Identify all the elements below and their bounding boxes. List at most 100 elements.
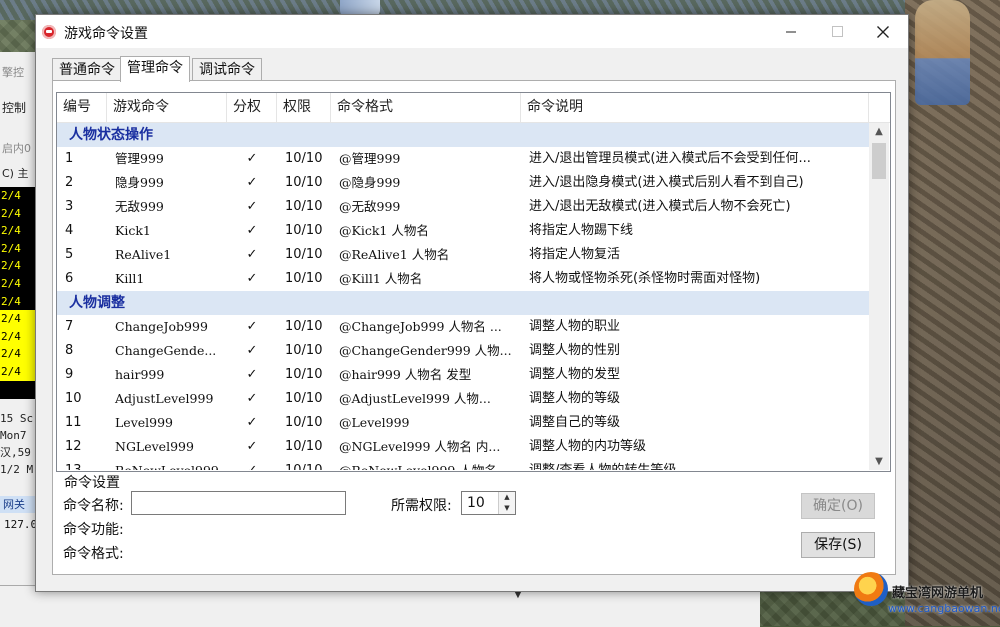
row-id: 6 [65,271,74,286]
row-command: 隐身999 [115,175,164,190]
row-permission: 10/10 [285,391,323,406]
maximize-icon [831,26,843,37]
table-row[interactable]: 11 Level999 ✓ 10/10 @Level999 调整自己的等级 [57,411,869,435]
row-permission: 10/10 [285,343,323,358]
row-command: Kill1 [115,271,145,286]
row-delegate-check: ✓ [246,343,258,358]
table-row[interactable]: 8 ChangeGende... ✓ 10/10 @ChangeGender999 人物… [57,339,869,363]
row-command: ReNewLevel999 [107,459,227,470]
row-format: @Kill1 人物名 [339,271,423,286]
table-row[interactable]: 5 ReAlive1 ✓ 10/10 @ReAlive1 人物名 将指定人物复活 [57,243,869,267]
row-description: 进入/退出管理员模式(进入模式后不会受到任何... [529,151,811,166]
row-permission: 10/10 [285,223,323,238]
spin-buttons[interactable]: ▲ ▼ [498,492,515,514]
row-permission: 10/10 [285,199,323,214]
column-header-id[interactable]: 编号 [57,93,107,122]
site-watermark: 藏宝湾网游单机 www.cangbaowan.net [852,570,1000,626]
background-log-panel: 2/4 2/4 2/4 2/4 2/4 2/4 2/4 2/4 2/4 2/4 2/4 [0,187,40,399]
row-command: ChangeGende... [115,343,217,358]
row-format: @Level999 [339,415,410,430]
row-format: @Kick1 人物名 [339,223,429,238]
row-id: 13 [57,459,107,470]
table-row[interactable]: 3 无敌999 ✓ 10/10 @无敌999 进入/退出无敌模式(进入模式后人物不会死亡) [57,195,869,219]
row-format: @管理999 [339,151,401,166]
maximize-button[interactable] [814,15,860,48]
table-row[interactable]: 6 Kill1 ✓ 10/10 @Kill1 人物名 将人物或怪物杀死(杀怪物时需面对怪物… [57,267,869,291]
row-command: AdjustLevel999 [115,391,214,406]
table-row[interactable]: 10 AdjustLevel999 ✓ 10/10 @AdjustLevel999 人物… [57,387,869,411]
row-format: @隐身999 [339,175,401,190]
background-log-line: 2/4 [1,294,21,308]
minimize-button[interactable] [768,15,814,48]
row-description: 调整人物的内功等级 [529,439,647,454]
row-id: 5 [65,247,74,262]
app-icon [42,25,56,39]
background-log-line: 2/4 [1,206,21,220]
row-description: 调整人物的等级 [529,391,621,406]
row-permission: 10/10 [285,151,323,166]
row-delegate-check: ✓ [246,391,258,406]
spin-down-icon[interactable]: ▼ [499,503,515,514]
row-command: ChangeJob999 [115,319,208,334]
table-row[interactable]: 9 hair999 ✓ 10/10 @hair999 人物名 发型 调整人物的发型 [57,363,869,387]
confirm-button[interactable]: 确定(O) [801,493,875,519]
spin-up-icon[interactable]: ▲ [499,492,515,503]
row-id: 8 [65,343,74,358]
group-header[interactable]: 人物状态操作 [57,123,869,147]
background-text: 擎控 [2,66,24,79]
table-row[interactable]: 2 隐身999 ✓ 10/10 @隐身999 进入/退出隐身模式(进入模式后别人看不到自己… [57,171,869,195]
column-header-delegate[interactable]: 分权 [227,93,277,122]
row-format: @hair999 人物名 发型 [339,367,472,382]
permission-value: 10 [467,495,485,511]
row-delegate-check: ✓ [246,367,258,382]
save-button[interactable]: 保存(S) [801,532,875,558]
scroll-thumb[interactable] [872,143,886,179]
game-npc-sprite [915,0,970,105]
background-log-line: 2/4 [1,224,21,238]
column-header-description[interactable]: 命令说明 [521,93,869,122]
row-command: hair999 [115,367,165,382]
command-name-input[interactable] [131,491,346,515]
row-command: 管理999 [115,151,164,166]
column-header-command[interactable]: 游戏命令 [107,93,227,122]
close-icon [877,25,889,38]
row-description: 将指定人物踢下线 [529,223,634,238]
tab-admin-commands[interactable]: 管理命令 [120,56,190,82]
row-description: 调整人物的性别 [529,343,621,358]
vertical-scrollbar[interactable]: ▲ ▼ [869,123,889,470]
scroll-up-icon[interactable]: ▲ [869,123,889,140]
tab-debug-commands[interactable]: 调试命令 [192,58,262,81]
table-row[interactable]: 4 Kick1 ✓ 10/10 @Kick1 人物名 将指定人物踢下线 [57,219,869,243]
row-permission: 10/10 [285,175,323,190]
command-list[interactable]: 编号 游戏命令 分权 权限 命令格式 命令说明 人物状态操作 1 管理999 ✓ 10/… [56,92,891,472]
row-command: Kick1 [115,223,151,238]
column-header-permission[interactable]: 权限 [277,93,331,122]
row-format: @NGLevel999 人物名 内... [339,439,501,454]
column-header-format[interactable]: 命令格式 [331,93,521,122]
row-description: 调整人物的发型 [529,367,621,382]
close-button[interactable] [860,15,906,48]
background-log-line: 2/4 [0,310,40,328]
table-row[interactable]: 13ReNewLevel999✓10/10@ReNewLevel999 人物名调… [57,459,869,470]
table-row[interactable]: 12 NGLevel999 ✓ 10/10 @NGLevel999 人物名 内... 调整… [57,435,869,459]
row-format: @无敌999 [339,199,401,214]
background-log-line: 2/4 [1,259,21,273]
table-row[interactable]: 1 管理999 ✓ 10/10 @管理999 进入/退出管理员模式(进入模式后不会受到任何… [57,147,869,171]
row-command: ReAlive1 [115,247,172,262]
table-row[interactable]: 7 ChangeJob999 ✓ 10/10 @ChangeJob999 人物名 ...… [57,315,869,339]
scroll-down-icon[interactable]: ▼ [869,453,889,470]
row-format: @AdjustLevel999 人物... [339,391,491,406]
row-description: 进入/退出隐身模式(进入模式后别人看不到自己) [529,175,804,190]
group-header[interactable]: 人物调整 [57,291,869,315]
tab-normal-commands[interactable]: 普通命令 [52,58,122,81]
background-text: C) 主 [2,167,29,180]
settings-group-title: 命令设置 [62,472,122,492]
row-delegate-check: ✓ [246,271,258,286]
permission-spinbox[interactable]: 10 ▲ ▼ [461,491,516,515]
row-delegate-check: ✓ [246,151,258,166]
row-description: 将人物或怪物杀死(杀怪物时需面对怪物) [529,271,761,286]
row-description: 调整/查看人物的转生等级 [521,459,869,470]
title-bar[interactable]: 游戏命令设置 [36,15,908,48]
command-function-label: 命令功能: [63,522,124,538]
command-name-label: 命令名称: [63,498,124,514]
